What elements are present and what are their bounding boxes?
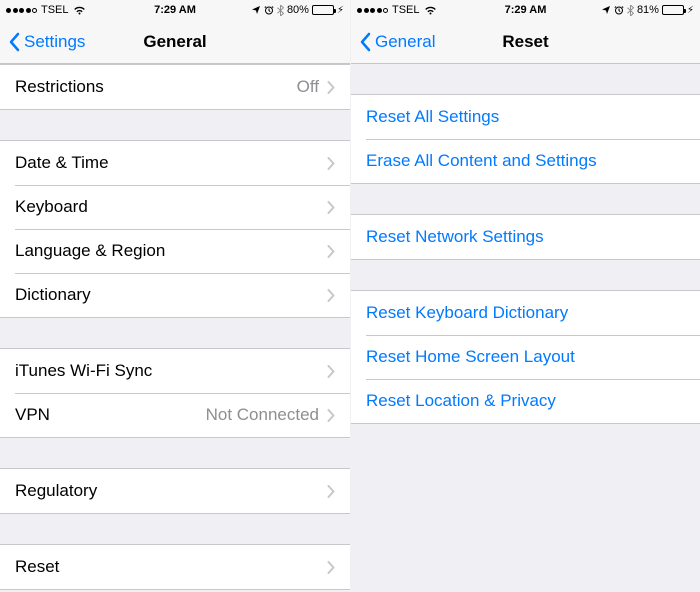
nav-bar: General Reset <box>351 20 700 64</box>
cell-label: iTunes Wi-Fi Sync <box>15 361 327 381</box>
chevron-right-icon <box>327 157 335 170</box>
wifi-icon <box>424 5 437 15</box>
status-right: 80% ⚡︎ <box>251 4 344 16</box>
status-left: TSEL <box>357 4 437 16</box>
charging-icon: ⚡︎ <box>687 5 694 16</box>
status-right: 81% ⚡︎ <box>601 4 694 16</box>
cell-erase-all-content[interactable]: Erase All Content and Settings <box>351 139 700 183</box>
chevron-right-icon <box>327 409 335 422</box>
nav-bar: Settings General <box>0 20 350 64</box>
back-button[interactable]: Settings <box>8 32 85 52</box>
cell-itunes-wifi-sync[interactable]: iTunes Wi-Fi Sync <box>0 349 350 393</box>
nav-title: General <box>143 32 206 52</box>
chevron-right-icon <box>327 289 335 302</box>
group-reset-1: Reset All Settings Erase All Content and… <box>351 94 700 184</box>
chevron-left-icon <box>359 32 371 52</box>
back-button[interactable]: General <box>359 32 435 52</box>
battery-percent: 81% <box>637 4 659 16</box>
group-regulatory: Regulatory <box>0 468 350 514</box>
back-label: General <box>375 32 435 52</box>
cell-label: VPN <box>15 405 206 425</box>
cell-reset-network-settings[interactable]: Reset Network Settings <box>351 215 700 259</box>
status-left: TSEL <box>6 4 86 16</box>
chevron-right-icon <box>327 485 335 498</box>
signal-icon <box>6 8 37 13</box>
cell-label: Regulatory <box>15 481 327 501</box>
group-reset-3: Reset Keyboard Dictionary Reset Home Scr… <box>351 290 700 424</box>
battery-percent: 80% <box>287 4 309 16</box>
chevron-right-icon <box>327 365 335 378</box>
nav-title: Reset <box>502 32 548 52</box>
cell-language-region[interactable]: Language & Region <box>0 229 350 273</box>
cell-regulatory[interactable]: Regulatory <box>0 469 350 513</box>
chevron-right-icon <box>327 245 335 258</box>
back-label: Settings <box>24 32 85 52</box>
screen-reset: TSEL 7:29 AM 81% ⚡︎ General <box>350 0 700 592</box>
cell-reset[interactable]: Reset <box>0 545 350 589</box>
status-time: 7:29 AM <box>154 4 196 16</box>
cell-label: Reset Home Screen Layout <box>366 347 685 367</box>
carrier-label: TSEL <box>392 4 420 16</box>
status-bar: TSEL 7:29 AM 80% ⚡︎ <box>0 0 350 20</box>
cell-reset-home-screen-layout[interactable]: Reset Home Screen Layout <box>351 335 700 379</box>
cell-reset-location-privacy[interactable]: Reset Location & Privacy <box>351 379 700 423</box>
cell-dictionary[interactable]: Dictionary <box>0 273 350 317</box>
cell-detail: Off <box>297 77 319 97</box>
group-reset-2: Reset Network Settings <box>351 214 700 260</box>
cell-label: Reset Keyboard Dictionary <box>366 303 685 323</box>
cell-label: Keyboard <box>15 197 327 217</box>
cell-label: Date & Time <box>15 153 327 173</box>
group-datetime: Date & Time Keyboard Language & Region D… <box>0 140 350 318</box>
cell-reset-keyboard-dictionary[interactable]: Reset Keyboard Dictionary <box>351 291 700 335</box>
cell-vpn[interactable]: VPN Not Connected <box>0 393 350 437</box>
cell-label: Restrictions <box>15 77 297 97</box>
battery-icon <box>662 5 684 15</box>
location-icon <box>601 5 611 15</box>
cell-label: Erase All Content and Settings <box>366 151 685 171</box>
group-restrictions: Restrictions Off <box>0 64 350 110</box>
signal-icon <box>357 8 388 13</box>
cell-label: Language & Region <box>15 241 327 261</box>
group-reset-link: Reset <box>0 544 350 590</box>
group-itunes-vpn: iTunes Wi-Fi Sync VPN Not Connected <box>0 348 350 438</box>
cell-label: Reset <box>15 557 327 577</box>
bluetooth-icon <box>627 5 634 16</box>
cell-date-time[interactable]: Date & Time <box>0 141 350 185</box>
cell-label: Reset Location & Privacy <box>366 391 685 411</box>
cell-label: Reset Network Settings <box>366 227 685 247</box>
cell-reset-all-settings[interactable]: Reset All Settings <box>351 95 700 139</box>
status-bar: TSEL 7:29 AM 81% ⚡︎ <box>351 0 700 20</box>
alarm-icon <box>614 5 624 15</box>
location-icon <box>251 5 261 15</box>
bluetooth-icon <box>277 5 284 16</box>
alarm-icon <box>264 5 274 15</box>
carrier-label: TSEL <box>41 4 69 16</box>
charging-icon: ⚡︎ <box>337 5 344 16</box>
screen-general: TSEL 7:29 AM 80% ⚡︎ Settings <box>0 0 350 592</box>
chevron-right-icon <box>327 81 335 94</box>
cell-detail: Not Connected <box>206 405 319 425</box>
wifi-icon <box>73 5 86 15</box>
chevron-right-icon <box>327 201 335 214</box>
cell-restrictions[interactable]: Restrictions Off <box>0 65 350 109</box>
cell-label: Dictionary <box>15 285 327 305</box>
battery-icon <box>312 5 334 15</box>
status-time: 7:29 AM <box>505 4 547 16</box>
cell-keyboard[interactable]: Keyboard <box>0 185 350 229</box>
chevron-right-icon <box>327 561 335 574</box>
cell-label: Reset All Settings <box>366 107 685 127</box>
chevron-left-icon <box>8 32 20 52</box>
